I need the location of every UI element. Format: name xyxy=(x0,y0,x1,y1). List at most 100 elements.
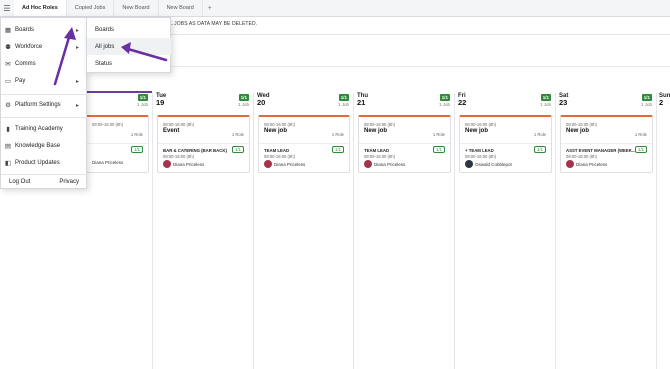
menu-item-label: Training Academy xyxy=(15,126,63,132)
job-role-count: 1 Role xyxy=(634,132,647,137)
role-name: ASST EVENT MANAGER (WEEK... xyxy=(566,148,636,153)
menu-item-comms[interactable]: ✉ Comms xyxy=(1,56,87,72)
column-divider xyxy=(454,93,455,369)
add-tab-button[interactable]: + xyxy=(203,0,217,16)
main-menu: ▦ Boards ▸ ⚉ Workforce ▸ ✉ Comms ▭ Pay ▸… xyxy=(0,17,87,189)
logout-link[interactable]: Log Out xyxy=(9,179,30,185)
role-shift-time: 08:00-16:00 (8h) xyxy=(364,154,395,159)
job-title: Event xyxy=(163,128,180,134)
day-fill-badge: 1/1 xyxy=(540,94,551,101)
menu-item-workforce[interactable]: ⚉ Workforce ▸ xyxy=(1,39,87,55)
job-time: 08:00-16:00 (8h) xyxy=(163,122,194,127)
job-title: New job xyxy=(264,128,288,134)
settings-icon: ⚙ xyxy=(5,102,11,109)
avatar xyxy=(465,160,473,168)
card-divider xyxy=(259,143,349,144)
calendar-grid: 1/1 1 Job Tue 19 1/1 1 Job Wed 20 1/1 1 … xyxy=(0,93,670,369)
privacy-link[interactable]: Privacy xyxy=(59,179,79,185)
assigned-person[interactable]: Oswald Cobblepot xyxy=(465,160,512,168)
role-fill-badge: 1/1 xyxy=(433,146,445,153)
assigned-person[interactable]: Diana Priceless xyxy=(566,160,607,168)
day-fill-badge: 1/1 xyxy=(137,94,148,101)
job-card[interactable]: 08:00-16:00 (8h) New job 1 Role + TEAM L… xyxy=(459,115,552,173)
card-divider xyxy=(561,143,652,144)
chevron-right-icon: ▸ xyxy=(75,27,79,34)
column-divider xyxy=(152,93,153,369)
training-icon: ▮ xyxy=(6,126,10,133)
chevron-right-icon: ▸ xyxy=(75,102,79,109)
chevron-right-icon: ▸ xyxy=(75,44,79,51)
assigned-person[interactable]: Diana Priceless xyxy=(264,160,305,168)
role-fill-badge: 1/1 xyxy=(232,146,244,153)
job-time: 08:00-16:00 (8h) xyxy=(465,122,496,127)
pay-icon: ▭ xyxy=(4,78,12,85)
day-fill-badge: 1/1 xyxy=(338,94,349,101)
menu-item-platform-settings[interactable]: ⚙ Platform Settings ▸ xyxy=(1,97,87,113)
comms-icon: ✉ xyxy=(5,61,11,68)
person-name: Oswald Cobblepot xyxy=(475,161,512,167)
day-fill-badge: 1/1 xyxy=(641,94,652,101)
card-divider xyxy=(87,143,148,144)
hamburger-menu-icon[interactable]: ☰ xyxy=(0,0,14,16)
menu-divider xyxy=(1,94,87,95)
job-role-count: 1 Role xyxy=(130,132,143,137)
menu-item-pay[interactable]: ▭ Pay ▸ xyxy=(1,73,87,89)
menu-item-product-updates[interactable]: ◧ Product Updates xyxy=(1,155,87,171)
day-header-wed: Wed 20 1/1 1 Job xyxy=(257,93,353,111)
day-fill-badge: 1/1 xyxy=(439,94,450,101)
role-fill-badge: 1/1 xyxy=(534,146,546,153)
tab-copied-jobs[interactable]: Copied Jobs xyxy=(67,0,115,16)
tab-ad-hoc-roles[interactable]: Ad Hoc Roles xyxy=(14,0,67,16)
role-shift-time: 08:00-16:00 (8h) xyxy=(566,154,597,159)
role-name: TEAM LEAD xyxy=(264,148,290,153)
menu-item-boards[interactable]: ▦ Boards ▸ xyxy=(1,22,87,38)
avatar xyxy=(566,160,574,168)
tab-new-board[interactable]: New Board xyxy=(114,0,159,16)
day-fill-badge: 1/1 xyxy=(238,94,249,101)
boards-icon: ▦ xyxy=(4,27,12,34)
job-card[interactable]: 08:00-16:00 (8h) New job 1 Role TEAM LEA… xyxy=(358,115,451,173)
assigned-person[interactable]: Diana Priceless xyxy=(163,160,204,168)
role-name: TEAM LEAD xyxy=(364,148,390,153)
boards-submenu: Boards All jobs Status xyxy=(86,17,171,73)
tab-bar: ☰ Ad Hoc Roles Copied Jobs New Board New… xyxy=(0,0,670,17)
column-divider xyxy=(253,93,254,369)
assigned-person[interactable]: Diana Priceless xyxy=(364,160,405,168)
job-title: New job xyxy=(465,128,489,134)
day-job-count: 1 Job xyxy=(640,102,652,107)
card-divider xyxy=(359,143,450,144)
role-shift-time: 08:00-16:00 (8h) xyxy=(264,154,295,159)
day-number: 2 xyxy=(659,98,664,107)
day-job-count: 1 Job xyxy=(337,102,349,107)
updates-icon: ◧ xyxy=(4,160,12,167)
day-header-sun: Sun 2 xyxy=(659,93,670,111)
submenu-item-status[interactable]: Status xyxy=(87,55,171,72)
menu-item-label: Product Updates xyxy=(15,160,60,166)
day-job-count: 1 Job xyxy=(438,102,450,107)
job-role-count: 1 Role xyxy=(432,132,445,137)
menu-item-label: Knowledge Base xyxy=(15,143,61,149)
tab-new-board-2[interactable]: New Board xyxy=(159,0,203,16)
job-card[interactable]: 08:00-16:00 (8h) New job 1 Role TEAM LEA… xyxy=(258,115,350,173)
job-card[interactable]: 08:00-16:00 (8h) 1 Role 1/1 Diana Pricel… xyxy=(86,115,149,173)
day-header-thu: Thu 21 1/1 1 Job xyxy=(357,93,454,111)
job-card[interactable]: 08:00-16:00 (8h) Event 1 Role BAR & CATE… xyxy=(157,115,250,173)
menu-item-label: Boards xyxy=(15,27,35,33)
submenu-item-all-jobs[interactable]: All jobs xyxy=(87,38,171,55)
menu-divider xyxy=(1,117,87,118)
knowledge-icon: ▤ xyxy=(4,143,12,150)
assigned-person[interactable]: Diana Priceless xyxy=(92,160,123,165)
job-card[interactable]: 08:00-16:00 (8h) New job 1 Role ASST EVE… xyxy=(560,115,653,173)
day-job-count: 1 Job xyxy=(237,102,249,107)
person-name: Diana Priceless xyxy=(92,160,124,165)
job-title: New job xyxy=(364,128,388,134)
menu-item-training-academy[interactable]: ▮ Training Academy xyxy=(1,121,87,137)
warning-banner: L JOBS AS DATA MAY BE DELETED. xyxy=(170,21,258,27)
submenu-item-boards[interactable]: Boards xyxy=(87,21,171,38)
menu-item-knowledge-base[interactable]: ▤ Knowledge Base xyxy=(1,138,87,154)
role-name: + TEAM LEAD xyxy=(465,148,494,153)
role-shift-time: 08:00-16:00 (8h) xyxy=(163,154,194,159)
avatar xyxy=(264,160,272,168)
job-title: New job xyxy=(566,128,590,134)
role-fill-badge: 1/1 xyxy=(131,146,143,153)
